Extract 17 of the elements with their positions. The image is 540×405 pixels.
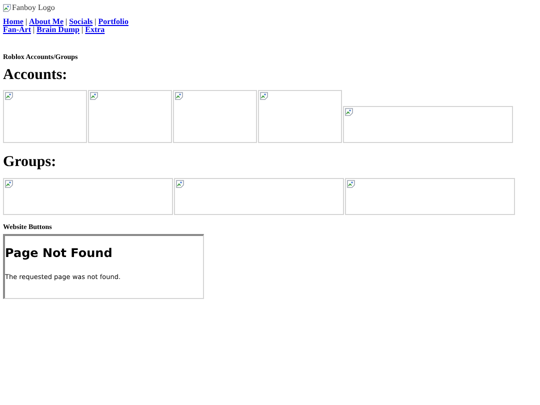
nav-separator: | <box>94 18 98 26</box>
nav-link[interactable]: Home <box>3 18 24 26</box>
groups-heading: Groups: <box>3 154 58 170</box>
logo-alt-text: Fanboy Logo <box>12 3 55 12</box>
nav-link[interactable]: Fan-Art <box>3 26 31 34</box>
nav-link[interactable]: Socials <box>69 18 93 26</box>
nav-link[interactable]: About Me <box>29 18 64 26</box>
nav-separator: | <box>64 18 68 26</box>
nav-separator: | <box>80 26 84 34</box>
nav-link[interactable]: Brain Dump <box>36 26 80 34</box>
error-heading: Page Not Found <box>5 245 114 261</box>
nav-separator: | <box>32 26 36 34</box>
accounts-heading: Accounts: <box>3 67 68 83</box>
nav-separator: | <box>24 18 28 26</box>
broken-image-icon <box>3 4 11 12</box>
nav-link[interactable]: Extra <box>85 26 105 34</box>
nav-link[interactable]: Portfolio <box>98 18 128 26</box>
